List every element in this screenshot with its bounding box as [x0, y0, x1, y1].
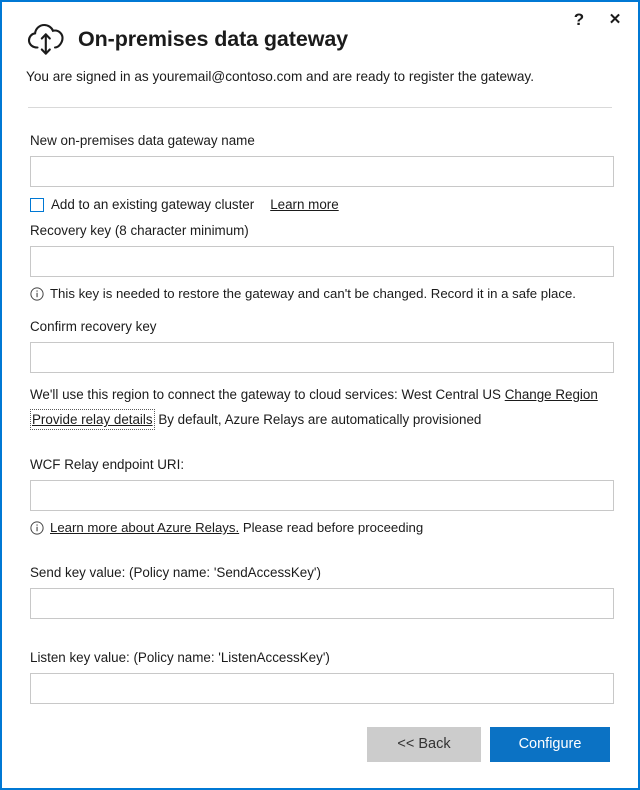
- cloud-upload-download-icon: [26, 22, 66, 56]
- wcf-relay-info-text: Learn more about Azure Relays. Please re…: [50, 519, 423, 536]
- listen-key-label: Listen key value: (Policy name: 'ListenA…: [30, 650, 330, 665]
- dialog-header: On-premises data gateway You are signed …: [2, 2, 638, 87]
- gateway-name-input[interactable]: [30, 156, 614, 187]
- wcf-relay-uri-label: WCF Relay endpoint URI:: [30, 457, 185, 472]
- signed-in-status: You are signed in as youremail@contoso.c…: [26, 69, 534, 84]
- relay-note: Provide relay details By default, Azure …: [30, 409, 614, 430]
- info-circle-icon: [30, 287, 44, 301]
- listen-key-input[interactable]: [30, 673, 614, 704]
- page-title: On-premises data gateway: [78, 26, 349, 51]
- cluster-learn-more-link[interactable]: Learn more: [270, 197, 338, 212]
- recovery-key-input[interactable]: [30, 246, 614, 277]
- recovery-key-info-row: This key is needed to restore the gatewa…: [30, 285, 614, 302]
- title-row: On-premises data gateway: [26, 20, 612, 58]
- azure-relays-info-suffix: Please read before proceeding: [242, 520, 424, 535]
- send-key-label: Send key value: (Policy name: 'SendAcces…: [30, 565, 321, 580]
- wcf-relay-info-row: Learn more about Azure Relays. Please re…: [30, 519, 614, 536]
- existing-cluster-label: Add to an existing gateway cluster: [51, 197, 255, 212]
- change-region-link[interactable]: Change Region: [505, 387, 598, 402]
- configure-button[interactable]: Configure: [490, 727, 610, 762]
- confirm-recovery-key-input[interactable]: [30, 342, 614, 373]
- wcf-relay-uri-input[interactable]: [30, 480, 614, 511]
- azure-relays-learn-more-link[interactable]: Learn more about Azure Relays.: [50, 520, 239, 535]
- existing-cluster-row: Add to an existing gateway cluster Learn…: [30, 197, 614, 212]
- dialog-footer: << Back Configure: [2, 727, 638, 762]
- gateway-dialog-window: ? ✕ On-premises data gateway You are sig…: [0, 0, 640, 790]
- relay-note-text: By default, Azure Relays are automatical…: [158, 412, 482, 427]
- existing-cluster-checkbox[interactable]: [30, 197, 44, 212]
- provide-relay-details-link[interactable]: Provide relay details: [30, 409, 155, 430]
- send-key-input[interactable]: [30, 588, 614, 619]
- gateway-name-label: New on-premises data gateway name: [30, 133, 255, 148]
- back-button[interactable]: << Back: [367, 727, 481, 762]
- recovery-key-info-text: This key is needed to restore the gatewa…: [50, 286, 576, 301]
- gateway-form: New on-premises data gateway name Add to…: [30, 132, 614, 704]
- region-note: We'll use this region to connect the gat…: [30, 385, 614, 404]
- info-circle-icon: [30, 521, 44, 535]
- region-note-text: We'll use this region to connect the gat…: [30, 387, 501, 402]
- confirm-recovery-key-label: Confirm recovery key: [30, 319, 157, 334]
- header-divider: [28, 107, 612, 108]
- recovery-key-label: Recovery key (8 character minimum): [30, 223, 249, 238]
